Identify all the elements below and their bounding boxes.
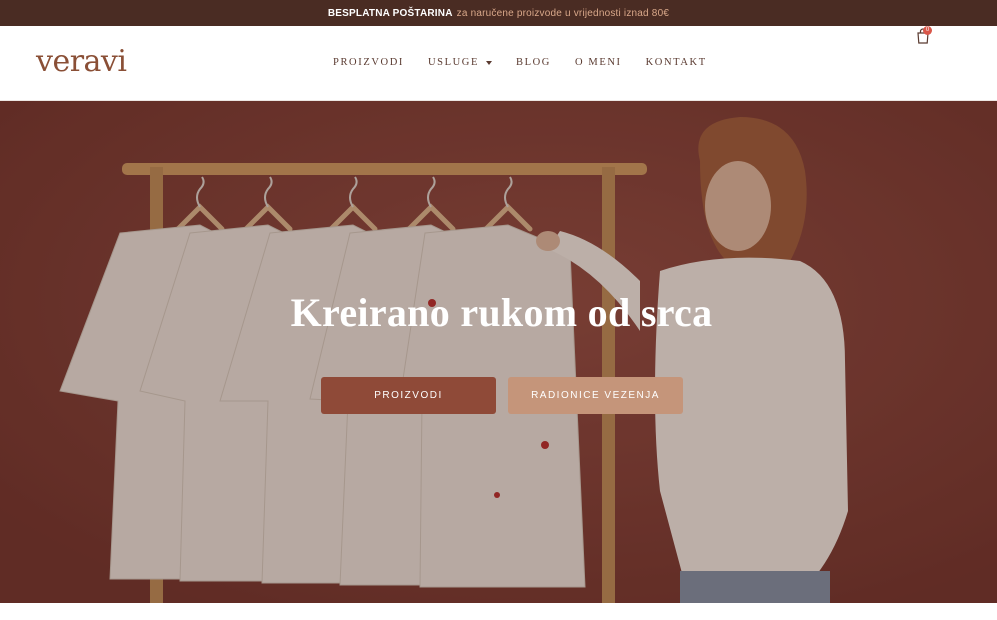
nav-item-label: USLUGE xyxy=(427,57,479,68)
nav-item-kontakt[interactable]: KONTAKT xyxy=(646,57,707,68)
hero-title: Kreirano rukom od srca xyxy=(290,290,713,335)
nav-item-label: KONTAKT xyxy=(645,57,707,68)
nav-item-label: O MENI xyxy=(574,57,622,68)
announcement-text: za naručene proizvode u vrijednosti izna… xyxy=(456,7,670,19)
chevron-down-icon xyxy=(486,60,492,65)
nav-item-usluge[interactable]: USLUGE xyxy=(428,57,492,68)
main-nav: PROIZVODI USLUGE BLOG O MENI KONTAKT xyxy=(333,57,731,68)
page-content-start xyxy=(0,603,997,620)
hero-overlay xyxy=(0,101,997,603)
nav-item-proizvodi[interactable]: PROIZVODI xyxy=(333,57,404,68)
site-header: veravi PROIZVODI USLUGE BLOG O MENI KONT… xyxy=(0,26,997,101)
cart-count-badge: 0 xyxy=(923,26,932,35)
nav-item-label: BLOG xyxy=(516,57,551,68)
announcement-strong: BESPLATNA POŠTARINA xyxy=(327,7,453,19)
site-logo[interactable]: veravi xyxy=(36,44,127,79)
nav-item-blog[interactable]: BLOG xyxy=(516,57,551,68)
nav-item-label: PROIZVODI xyxy=(333,57,404,68)
hero-section: Kreirano rukom od srca PROIZVODI RADIONI… xyxy=(0,101,997,603)
nav-item-o-meni[interactable]: O MENI xyxy=(575,57,622,68)
announcement-bar: BESPLATNA POŠTARINA za naručene proizvod… xyxy=(0,0,997,26)
proizvodi-button[interactable]: PROIZVODI xyxy=(321,377,496,414)
radionice-vezenja-button[interactable]: RADIONICE VEZENJA xyxy=(508,377,683,414)
